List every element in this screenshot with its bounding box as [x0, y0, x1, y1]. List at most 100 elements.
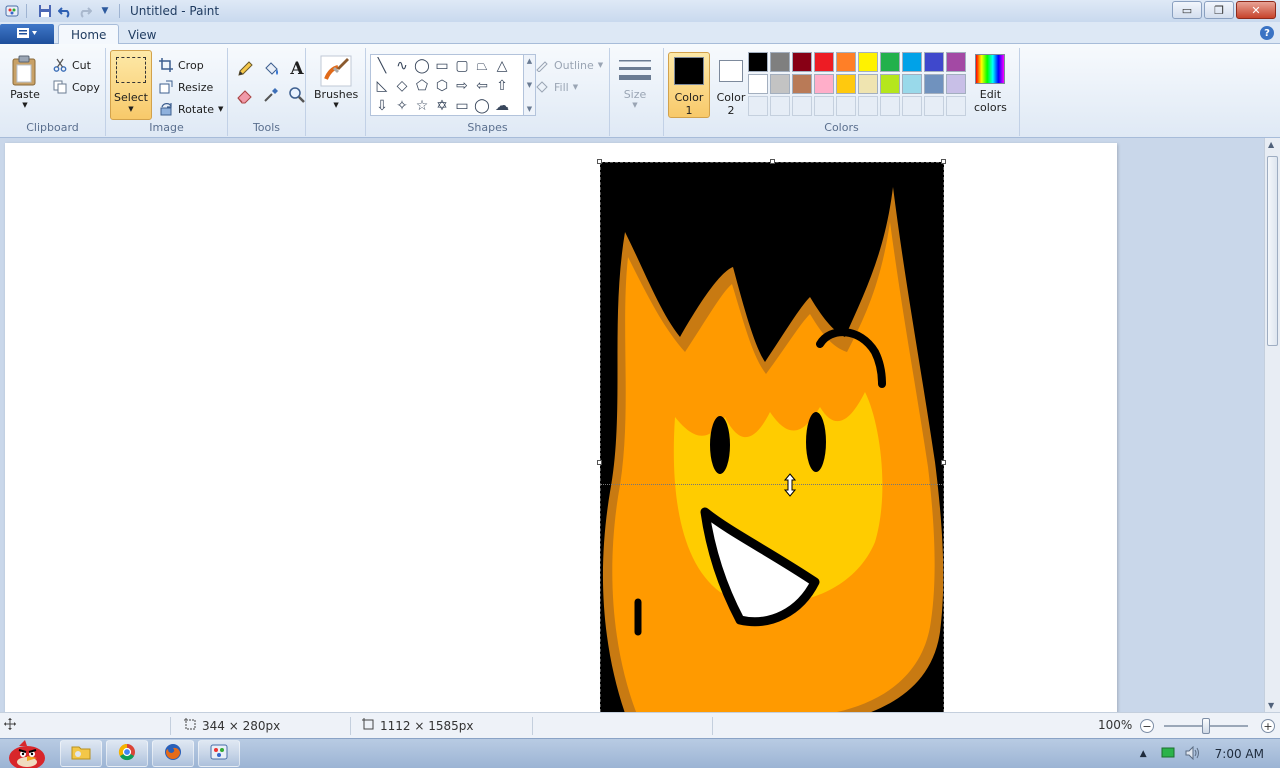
- custom-color-slot[interactable]: [858, 96, 878, 116]
- network-icon[interactable]: [1161, 747, 1175, 762]
- palette-swatch[interactable]: [836, 74, 856, 94]
- restore-button[interactable]: ❐: [1204, 1, 1234, 19]
- scroll-down-icon[interactable]: ▼: [527, 81, 532, 89]
- palette-swatch[interactable]: [792, 52, 812, 72]
- taskbar-clock[interactable]: 7:00 AM: [1215, 747, 1264, 761]
- curve-shape-icon[interactable]: ∿: [392, 56, 412, 76]
- copy-button[interactable]: Copy: [52, 78, 100, 96]
- custom-color-slot[interactable]: [902, 96, 922, 116]
- pencil-icon[interactable]: [234, 58, 256, 80]
- custom-color-slot[interactable]: [836, 96, 856, 116]
- drawing-canvas[interactable]: [5, 143, 1117, 712]
- scroll-up-arrow-icon[interactable]: ▲: [1268, 140, 1274, 149]
- start-button[interactable]: [4, 739, 50, 768]
- custom-color-slot[interactable]: [946, 96, 966, 116]
- fill-bucket-icon[interactable]: [260, 58, 282, 80]
- taskbar-chrome-button[interactable]: [106, 740, 148, 767]
- color2-button[interactable]: Color 2: [710, 52, 752, 118]
- redo-icon[interactable]: [77, 3, 93, 19]
- left-arrow-shape-icon[interactable]: ⇦: [472, 76, 492, 96]
- oval-callout-shape-icon[interactable]: ◯: [472, 96, 492, 116]
- tab-home[interactable]: Home: [58, 24, 120, 45]
- scroll-up-icon[interactable]: ▲: [527, 57, 532, 65]
- palette-swatch[interactable]: [946, 74, 966, 94]
- rotate-button[interactable]: Rotate ▼: [158, 100, 223, 118]
- custom-color-slot[interactable]: [924, 96, 944, 116]
- vertical-scrollbar[interactable]: ▲ ▼: [1264, 138, 1280, 712]
- close-button[interactable]: ✕: [1236, 1, 1276, 19]
- five-point-star-shape-icon[interactable]: ☆: [412, 96, 432, 116]
- palette-swatch[interactable]: [902, 52, 922, 72]
- hexagon-shape-icon[interactable]: ⬡: [432, 76, 452, 96]
- pentagon-shape-icon[interactable]: ⬠: [412, 76, 432, 96]
- show-hidden-icons-icon[interactable]: ▲: [1140, 749, 1147, 759]
- fill-button[interactable]: Fill ▼: [534, 78, 578, 96]
- select-button[interactable]: Select ▼: [110, 50, 152, 120]
- expand-icon[interactable]: ▼: [527, 105, 532, 113]
- palette-swatch[interactable]: [748, 74, 768, 94]
- selection-handle[interactable]: [597, 159, 602, 164]
- custom-color-slot[interactable]: [770, 96, 790, 116]
- rounded-callout-shape-icon[interactable]: ▭: [452, 96, 472, 116]
- zoom-in-button[interactable]: +: [1261, 719, 1275, 733]
- undo-icon[interactable]: [57, 3, 73, 19]
- customize-quick-access-icon[interactable]: ▼: [97, 3, 113, 19]
- palette-swatch[interactable]: [814, 74, 834, 94]
- palette-swatch[interactable]: [902, 74, 922, 94]
- down-arrow-shape-icon[interactable]: ⇩: [372, 96, 392, 116]
- cut-button[interactable]: Cut: [52, 56, 91, 74]
- palette-swatch[interactable]: [770, 74, 790, 94]
- oval-shape-icon[interactable]: ◯: [412, 56, 432, 76]
- resize-button[interactable]: Resize: [158, 78, 213, 96]
- diamond-shape-icon[interactable]: ◇: [392, 76, 412, 96]
- four-point-star-shape-icon[interactable]: ✧: [392, 96, 412, 116]
- paint-menu-button[interactable]: [0, 24, 54, 44]
- paint-app-icon[interactable]: [4, 3, 20, 19]
- palette-swatch[interactable]: [880, 74, 900, 94]
- save-icon[interactable]: [37, 3, 53, 19]
- custom-color-slot[interactable]: [748, 96, 768, 116]
- selection-handle[interactable]: [941, 460, 946, 465]
- polygon-shape-icon[interactable]: ⏢: [472, 56, 492, 76]
- six-point-star-shape-icon[interactable]: ✡: [432, 96, 452, 116]
- selection-handle[interactable]: [770, 159, 775, 164]
- cloud-callout-shape-icon[interactable]: ☁: [492, 96, 512, 116]
- palette-swatch[interactable]: [748, 52, 768, 72]
- paste-button[interactable]: Paste ▼: [8, 54, 42, 109]
- edit-colors-button[interactable]: Edit colors: [974, 54, 1007, 114]
- taskbar-explorer-button[interactable]: [60, 740, 102, 767]
- help-icon[interactable]: ?: [1260, 26, 1274, 40]
- rectangle-shape-icon[interactable]: ▭: [432, 56, 452, 76]
- right-triangle-shape-icon[interactable]: ◺: [372, 76, 392, 96]
- tab-view[interactable]: View: [116, 24, 168, 45]
- taskbar-paint-button[interactable]: [198, 740, 240, 767]
- text-icon[interactable]: A: [286, 58, 308, 80]
- up-arrow-shape-icon[interactable]: ⇧: [492, 76, 512, 96]
- zoom-out-button[interactable]: −: [1140, 719, 1154, 733]
- custom-color-slot[interactable]: [880, 96, 900, 116]
- palette-swatch[interactable]: [858, 74, 878, 94]
- scroll-thumb[interactable]: [1267, 156, 1278, 346]
- crop-button[interactable]: Crop: [158, 56, 204, 74]
- brushes-button[interactable]: Brushes ▼: [314, 54, 358, 109]
- color-picker-icon[interactable]: [260, 84, 282, 106]
- palette-swatch[interactable]: [814, 52, 834, 72]
- palette-swatch[interactable]: [858, 52, 878, 72]
- minimize-button[interactable]: ▭: [1172, 1, 1202, 19]
- palette-swatch[interactable]: [924, 74, 944, 94]
- eraser-icon[interactable]: [234, 84, 256, 106]
- rounded-rectangle-shape-icon[interactable]: ▢: [452, 56, 472, 76]
- magnifier-icon[interactable]: [286, 84, 308, 106]
- custom-color-slot[interactable]: [814, 96, 834, 116]
- selection-handle[interactable]: [941, 159, 946, 164]
- scroll-down-arrow-icon[interactable]: ▼: [1268, 701, 1274, 710]
- taskbar-firefox-button[interactable]: [152, 740, 194, 767]
- pasted-image[interactable]: [597, 159, 946, 712]
- zoom-slider-thumb[interactable]: [1202, 718, 1210, 734]
- right-arrow-shape-icon[interactable]: ⇨: [452, 76, 472, 96]
- color1-button[interactable]: Color 1: [668, 52, 710, 118]
- selection-handle[interactable]: [597, 460, 602, 465]
- palette-swatch[interactable]: [770, 52, 790, 72]
- size-button[interactable]: Size ▼: [618, 54, 652, 109]
- custom-color-slot[interactable]: [792, 96, 812, 116]
